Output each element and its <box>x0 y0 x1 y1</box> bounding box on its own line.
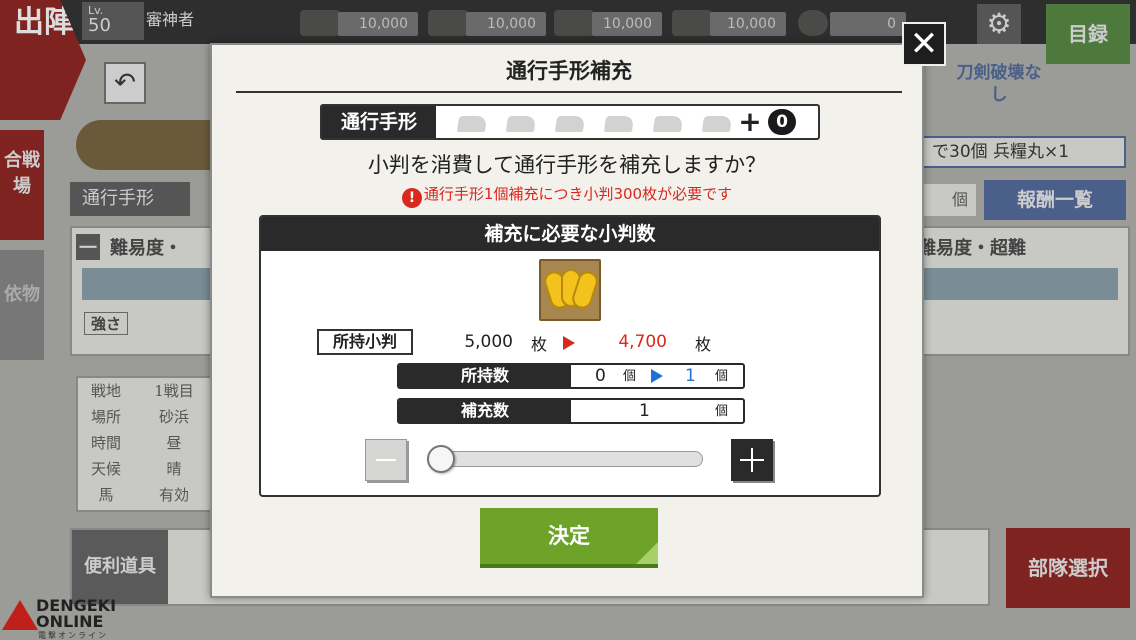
permit-slot-icon <box>601 112 637 134</box>
decrease-button[interactable] <box>365 439 407 481</box>
permit-refill-dialog: 通行手形補充 通行手形 + 0 小判を消費して通行手形を補充しますか？ ! 通行手… <box>210 43 924 598</box>
owned-before-value: 0 <box>595 366 606 386</box>
resource-whetstone: 10,000 <box>710 12 786 36</box>
permit-slot-icon <box>699 112 735 134</box>
reward-info: で30個 兵糧丸×1 <box>920 136 1126 168</box>
resource-koban: 0 <box>830 12 906 36</box>
table-label: 馬 <box>98 486 114 504</box>
resource-charcoal: 10,000 <box>338 12 418 36</box>
table-value: 有効 <box>158 486 189 504</box>
back-arrow-icon[interactable]: ↶ <box>104 62 146 104</box>
strength-label: 強さ <box>84 312 129 335</box>
confirm-button[interactable]: 決定 <box>480 508 658 568</box>
refill-slider[interactable] <box>427 451 703 467</box>
slider-handle[interactable] <box>427 445 455 473</box>
owned-after-value: 1 <box>685 366 696 386</box>
panel-title: 補充に必要な小判数 <box>261 217 879 251</box>
catalog-button[interactable]: 目録 <box>1046 4 1130 64</box>
table-value: 砂浜 <box>158 408 189 426</box>
table-label: 天候 <box>90 460 121 478</box>
level-value: 50 <box>88 15 111 36</box>
team-select-button[interactable]: 部隊選択 <box>1006 528 1130 608</box>
dialog-title: 通行手形補充 <box>236 51 902 93</box>
refill-label: 補充数 <box>399 400 571 422</box>
count-unit: 個 <box>715 369 729 384</box>
dengeki-logo-icon <box>2 600 38 630</box>
sword-break-label: 刀剣破壊なし <box>956 63 1042 105</box>
side-tab-request[interactable]: 依物 <box>0 250 44 360</box>
count-unit-bg: 個 <box>920 184 976 216</box>
count-unit: 個 <box>715 404 729 419</box>
permit-slot-icon <box>454 112 490 134</box>
permit-slot-icon <box>552 112 588 134</box>
koban-unit: 枚 <box>531 335 548 354</box>
whetstone-icon <box>672 10 712 36</box>
steel-icon <box>428 10 468 36</box>
stage-banner-left <box>82 268 218 300</box>
player-name: 審神者 <box>146 10 195 29</box>
stage-banner-right <box>912 268 1118 300</box>
charcoal-icon <box>300 10 340 36</box>
owned-label: 所持数 <box>399 365 571 387</box>
permit-label-bg: 通行手形 <box>70 182 190 216</box>
koban-unit: 枚 <box>695 335 712 354</box>
permit-slot-icon <box>503 112 539 134</box>
owned-count-row: 所持数 0 個 1 個 <box>397 363 745 389</box>
exclamation-icon: ! <box>401 188 422 208</box>
koban-coins-icon <box>539 259 601 321</box>
koban-coin-icon <box>798 10 828 36</box>
plus-icon: + <box>738 105 762 138</box>
increase-button[interactable] <box>731 439 773 481</box>
permit-label: 通行手形 <box>322 106 436 138</box>
arrow-right-icon <box>651 369 663 383</box>
warning-text: 通行手形1個補充につき小判300枚が必要です <box>423 185 733 203</box>
difficulty-right: 難易度・超難 <box>918 238 1026 259</box>
refill-value: 1 <box>639 401 650 421</box>
stage-card-left[interactable]: 一 難易度・ 強さ <box>70 226 230 356</box>
koban-cost-panel: 補充に必要な小判数 所持小判 5,000 枚 4,700 枚 所持数 0 個 1… <box>259 215 881 497</box>
permit-slot-icon <box>650 112 686 134</box>
resource-coolant: 10,000 <box>592 12 662 36</box>
table-header: 1戦目 <box>154 382 194 400</box>
battle-info-table: 戦地 1戦目 場所 砂浜 時間 昼 天候 晴 馬 有効 <box>76 376 216 512</box>
reward-list-button[interactable]: 報酬一覧 <box>984 180 1126 220</box>
close-icon[interactable]: ✕ <box>902 22 946 66</box>
table-label: 場所 <box>90 408 121 426</box>
level-box: Lv. 50 <box>82 2 144 40</box>
table-header: 戦地 <box>90 382 121 400</box>
arrow-right-icon <box>563 336 575 350</box>
dengeki-watermark: DENGEKI ONLINE 電撃オンライン <box>2 598 122 640</box>
holding-koban-label: 所持小判 <box>317 329 413 355</box>
table-label: 時間 <box>90 434 121 452</box>
koban-before-value: 5,000 <box>464 332 513 352</box>
difficulty-left: 難易度・ <box>110 238 182 259</box>
refill-count-row: 補充数 1 個 <box>397 398 745 424</box>
permit-status-bar: 通行手形 + 0 <box>320 104 820 140</box>
side-tab-battlefield[interactable]: 合戦場 <box>0 130 44 240</box>
resource-steel: 10,000 <box>466 12 546 36</box>
watermark-line-2: ONLINE <box>36 612 104 631</box>
table-value: 昼 <box>166 434 182 452</box>
table-value: 晴 <box>166 460 182 478</box>
tools-label[interactable]: 便利道具 <box>72 530 168 604</box>
count-unit: 個 <box>623 369 637 384</box>
gear-icon[interactable]: ⚙ <box>977 4 1021 44</box>
stage-number: 一 <box>76 234 100 260</box>
coolant-icon <box>554 10 594 36</box>
confirm-question: 小判を消費して通行手形を補充しますか？ <box>367 153 767 177</box>
permit-extra-count: 0 <box>768 109 796 135</box>
watermark-sub: 電撃オンライン <box>38 631 108 640</box>
koban-after-value: 4,700 <box>618 332 667 352</box>
cost-warning: ! 通行手形1個補充につき小判300枚が必要です <box>212 183 922 208</box>
